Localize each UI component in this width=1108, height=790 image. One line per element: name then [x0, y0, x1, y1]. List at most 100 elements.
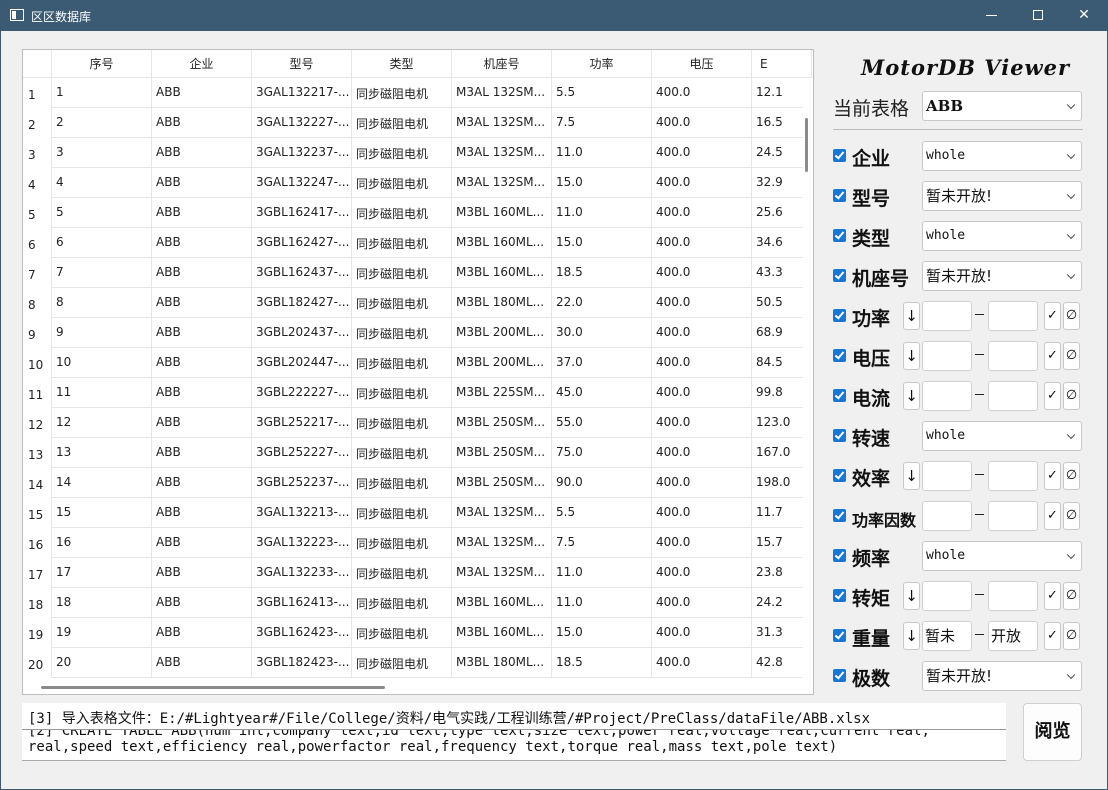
- row-header[interactable]: 14: [23, 468, 52, 498]
- maximize-button[interactable]: [1015, 1, 1061, 31]
- table-cell[interactable]: M3BL 180ML...: [452, 288, 552, 318]
- checkbox-current[interactable]: [833, 389, 846, 402]
- sort-toggle-efficiency[interactable]: ↓: [903, 462, 920, 490]
- table-cell[interactable]: 400.0: [652, 558, 752, 588]
- row-header[interactable]: 4: [23, 168, 52, 198]
- table-cell[interactable]: 400.0: [652, 228, 752, 258]
- table-cell[interactable]: 3GAL132247-...: [252, 168, 352, 198]
- filter-select-frequency[interactable]: whole: [922, 541, 1082, 571]
- table-cell[interactable]: 15.0: [552, 618, 652, 648]
- table-cell[interactable]: 400.0: [652, 198, 752, 228]
- apply-button-efficiency[interactable]: ✓: [1044, 462, 1061, 490]
- table-cell[interactable]: M3BL 160ML...: [452, 228, 552, 258]
- table-cell[interactable]: 3GAL132237-...: [252, 138, 352, 168]
- range-max-efficiency[interactable]: [988, 461, 1038, 491]
- table-cell[interactable]: 11.0: [552, 198, 652, 228]
- table-cell[interactable]: 5.5: [552, 78, 652, 108]
- table-cell[interactable]: 20: [52, 648, 152, 678]
- sort-toggle-torque[interactable]: ↓: [903, 582, 920, 610]
- row-header[interactable]: 5: [23, 198, 52, 228]
- checkbox-torque[interactable]: [833, 589, 846, 602]
- table-cell[interactable]: ABB: [152, 588, 252, 618]
- table-cell[interactable]: 5.5: [552, 498, 652, 528]
- table-cell[interactable]: ABB: [152, 618, 252, 648]
- table-cell[interactable]: M3BL 250SM...: [452, 468, 552, 498]
- row-header[interactable]: 3: [23, 138, 52, 168]
- table-cell[interactable]: 400.0: [652, 618, 752, 648]
- checkbox-model[interactable]: [833, 189, 846, 202]
- table-cell[interactable]: 3GBL182423-...: [252, 648, 352, 678]
- table-cell[interactable]: 同步磁阻电机: [352, 438, 452, 468]
- table-cell[interactable]: M3BL 160ML...: [452, 618, 552, 648]
- clear-button-powerfactor[interactable]: ∅: [1063, 502, 1080, 530]
- range-min-power[interactable]: [922, 301, 972, 331]
- checkbox-power[interactable]: [833, 309, 846, 322]
- checkbox-mass[interactable]: [833, 629, 846, 642]
- filter-select-pole[interactable]: 暂未开放!: [922, 661, 1082, 691]
- column-header[interactable]: 机座号: [452, 50, 552, 78]
- table-cell[interactable]: 1: [52, 78, 152, 108]
- table-cell[interactable]: ABB: [152, 108, 252, 138]
- table-cell[interactable]: 400.0: [652, 318, 752, 348]
- table-cell[interactable]: 3GAL132217-...: [252, 78, 352, 108]
- row-header[interactable]: 15: [23, 498, 52, 528]
- table-cell[interactable]: 同步磁阻电机: [352, 228, 452, 258]
- table-cell[interactable]: 400.0: [652, 168, 752, 198]
- table-cell[interactable]: M3BL 250SM...: [452, 438, 552, 468]
- table-cell[interactable]: 7.5: [552, 528, 652, 558]
- table-cell[interactable]: 15: [52, 498, 152, 528]
- table-cell[interactable]: 同步磁阻电机: [352, 108, 452, 138]
- table-cell[interactable]: M3AL 132SM...: [452, 138, 552, 168]
- table-cell[interactable]: 同步磁阻电机: [352, 348, 452, 378]
- range-min-current[interactable]: [922, 381, 972, 411]
- row-header[interactable]: 9: [23, 318, 52, 348]
- row-header[interactable]: 12: [23, 408, 52, 438]
- table-cell[interactable]: 400.0: [652, 408, 752, 438]
- table-cell[interactable]: 同步磁阻电机: [352, 588, 452, 618]
- table-cell[interactable]: ABB: [152, 438, 252, 468]
- table-cell[interactable]: 3GBL252227-...: [252, 438, 352, 468]
- table-cell[interactable]: 400.0: [652, 468, 752, 498]
- table-cell[interactable]: ABB: [152, 288, 252, 318]
- range-max-voltage[interactable]: [988, 341, 1038, 371]
- table-cell[interactable]: 7.5: [552, 108, 652, 138]
- table-cell[interactable]: 15.0: [552, 228, 652, 258]
- table-cell[interactable]: ABB: [152, 318, 252, 348]
- table-cell[interactable]: M3BL 160ML...: [452, 258, 552, 288]
- table-cell[interactable]: ABB: [152, 258, 252, 288]
- table-cell[interactable]: 30.0: [552, 318, 652, 348]
- table-cell[interactable]: 400.0: [652, 348, 752, 378]
- clear-button-voltage[interactable]: ∅: [1063, 342, 1080, 370]
- current-table-select[interactable]: ABB: [922, 91, 1082, 121]
- table-cell[interactable]: M3BL 200ML...: [452, 318, 552, 348]
- sort-toggle-power[interactable]: ↓: [903, 302, 920, 330]
- table-cell[interactable]: 3GBL182427-...: [252, 288, 352, 318]
- table-cell[interactable]: 同步磁阻电机: [352, 318, 452, 348]
- table-cell[interactable]: 11.0: [552, 588, 652, 618]
- column-header[interactable]: 企业: [152, 50, 252, 78]
- horizontal-scrollbar[interactable]: [23, 680, 813, 694]
- table-cell[interactable]: 11: [52, 378, 152, 408]
- table-cell[interactable]: 3GAL132223-...: [252, 528, 352, 558]
- table-cell[interactable]: 15.0: [552, 168, 652, 198]
- table-cell[interactable]: 3GBL252217-...: [252, 408, 352, 438]
- table-cell[interactable]: 19: [52, 618, 152, 648]
- apply-button-mass[interactable]: ✓: [1044, 622, 1061, 650]
- table-cell[interactable]: ABB: [152, 378, 252, 408]
- table-cell[interactable]: 12: [52, 408, 152, 438]
- table-cell[interactable]: 同步磁阻电机: [352, 288, 452, 318]
- table-cell[interactable]: 16: [52, 528, 152, 558]
- table-cell[interactable]: 3GBL162423-...: [252, 618, 352, 648]
- row-header[interactable]: 17: [23, 558, 52, 588]
- table-cell[interactable]: ABB: [152, 198, 252, 228]
- table-cell[interactable]: 11.0: [552, 138, 652, 168]
- table-cell[interactable]: ABB: [152, 498, 252, 528]
- table-cell[interactable]: 同步磁阻电机: [352, 138, 452, 168]
- row-header[interactable]: 18: [23, 588, 52, 618]
- apply-button-voltage[interactable]: ✓: [1044, 342, 1061, 370]
- row-header[interactable]: 20: [23, 648, 52, 678]
- log-output[interactable]: [2] CREATE TABLE ABB(num int,company tex…: [22, 703, 1006, 761]
- horizontal-scroll-thumb[interactable]: [41, 686, 385, 689]
- table-cell[interactable]: M3AL 132SM...: [452, 108, 552, 138]
- table-cell[interactable]: ABB: [152, 138, 252, 168]
